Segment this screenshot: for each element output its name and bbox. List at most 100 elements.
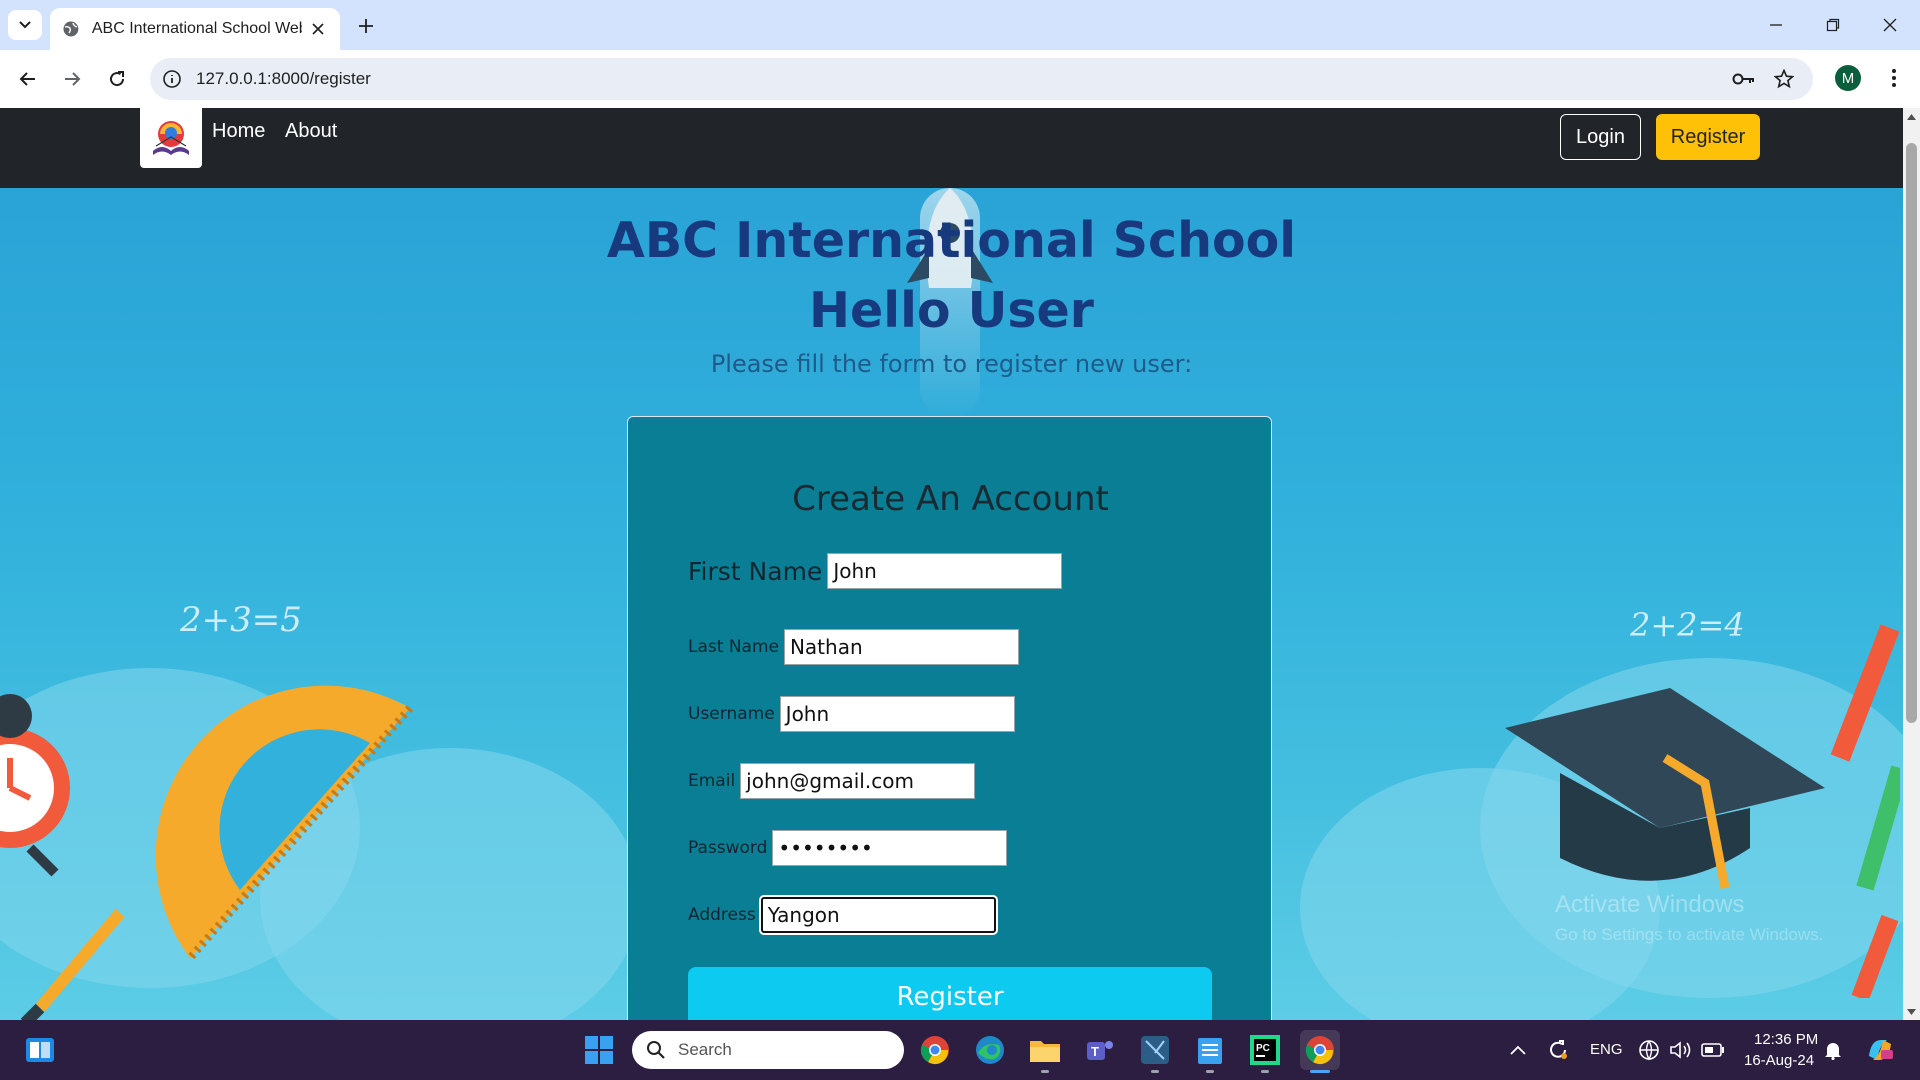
arrow-right-icon bbox=[65, 72, 81, 86]
close-icon[interactable] bbox=[308, 19, 328, 39]
running-indicator bbox=[1151, 1070, 1159, 1073]
register-nav-button[interactable]: Register bbox=[1656, 114, 1760, 160]
last-name-row: Last Name Nathan bbox=[688, 629, 1019, 665]
plus-icon bbox=[359, 19, 373, 33]
battery-icon[interactable] bbox=[1696, 1030, 1730, 1070]
search-icon bbox=[647, 1041, 665, 1059]
activate-windows-watermark: Activate Windows bbox=[1555, 891, 1745, 918]
school-logo-icon bbox=[153, 121, 189, 155]
form-title: Create An Account bbox=[792, 479, 1109, 519]
address-row: Address Yangon bbox=[688, 895, 998, 935]
windows-start-icon[interactable] bbox=[579, 1030, 619, 1070]
language-indicator[interactable]: ENG bbox=[1590, 1041, 1623, 1058]
chrome-active-app-icon[interactable] bbox=[1300, 1030, 1340, 1070]
pycharm-app-icon[interactable]: PC bbox=[1245, 1030, 1285, 1070]
bookmark-star-icon[interactable] bbox=[1772, 67, 1796, 91]
file-explorer-icon[interactable] bbox=[1025, 1030, 1065, 1070]
address-input[interactable]: Yangon bbox=[758, 895, 998, 935]
reload-icon bbox=[110, 71, 125, 87]
svg-text:PC: PC bbox=[1256, 1043, 1270, 1054]
chevron-down-icon bbox=[19, 21, 31, 29]
math-doodle-right: 2+2=4 bbox=[1630, 606, 1745, 644]
clock-time[interactable]: 12:36 PM bbox=[1754, 1031, 1818, 1048]
last-name-input[interactable]: Nathan bbox=[783, 629, 1019, 665]
first-name-row: First Name John bbox=[688, 553, 1063, 589]
close-window-button[interactable] bbox=[1872, 10, 1908, 40]
notepad-app-icon[interactable] bbox=[1190, 1030, 1230, 1070]
reload-button[interactable] bbox=[101, 63, 133, 95]
crayons-illustration bbox=[1830, 624, 1900, 998]
alarm-clock-illustration bbox=[0, 694, 70, 877]
email-label: Email bbox=[688, 771, 736, 791]
globe-icon bbox=[63, 21, 79, 37]
scroll-up-arrow-icon[interactable] bbox=[1903, 108, 1920, 125]
widgets-icon[interactable] bbox=[20, 1030, 60, 1070]
tab-search-button[interactable] bbox=[8, 10, 42, 40]
school-title: ABC International School bbox=[606, 212, 1297, 269]
back-button[interactable] bbox=[12, 63, 44, 95]
restore-button[interactable] bbox=[1815, 10, 1851, 40]
windows-taskbar: Search T PC ENG 12:36 PM 16-Aug-24 bbox=[0, 1020, 1920, 1080]
password-key-icon[interactable] bbox=[1732, 67, 1756, 91]
minimize-icon bbox=[1770, 24, 1782, 26]
more-vert-icon bbox=[1892, 69, 1896, 87]
taskbar-search-label: Search bbox=[678, 1040, 732, 1059]
forward-button[interactable] bbox=[56, 63, 88, 95]
email-row: Email john@gmail.com bbox=[688, 763, 976, 799]
password-row: Password •••••••• bbox=[688, 830, 1008, 866]
page-viewport: Home About Login Register 2+3=5 2+2=4 AB… bbox=[0, 108, 1903, 1020]
greeting-heading: Hello User bbox=[809, 282, 1094, 339]
svg-text:T: T bbox=[1091, 1044, 1099, 1059]
login-button[interactable]: Login bbox=[1560, 114, 1641, 160]
arrow-left-icon bbox=[19, 72, 35, 86]
clock-date[interactable]: 16-Aug-24 bbox=[1744, 1052, 1814, 1069]
last-name-label: Last Name bbox=[688, 637, 779, 657]
page-scrollbar[interactable] bbox=[1903, 108, 1920, 1020]
address-bar[interactable]: 127.0.0.1:8000/register bbox=[150, 58, 1813, 100]
new-tab-button[interactable] bbox=[352, 12, 380, 40]
password-input[interactable]: •••••••• bbox=[772, 830, 1008, 866]
school-logo[interactable] bbox=[140, 108, 202, 168]
register-submit-button[interactable]: Register bbox=[688, 967, 1212, 1020]
running-indicator bbox=[1261, 1070, 1269, 1073]
email-input[interactable]: john@gmail.com bbox=[740, 763, 976, 799]
network-icon[interactable] bbox=[1632, 1030, 1666, 1070]
site-navbar: Home About Login Register bbox=[0, 108, 1903, 188]
running-indicator bbox=[1041, 1070, 1049, 1073]
browser-tabstrip: ABC International School WebA bbox=[0, 0, 1920, 50]
minimize-button[interactable] bbox=[1758, 10, 1794, 40]
username-label: Username bbox=[688, 704, 775, 724]
nav-link-home[interactable]: Home bbox=[212, 120, 265, 143]
browser-menu-button[interactable] bbox=[1880, 64, 1908, 92]
username-row: Username John bbox=[688, 696, 1015, 732]
close-icon bbox=[1883, 18, 1897, 32]
browser-toolbar: 127.0.0.1:8000/register M bbox=[0, 50, 1920, 108]
register-form-card: Create An Account First Name John Last N… bbox=[627, 416, 1272, 1020]
taskbar-search-box[interactable]: Search bbox=[632, 1031, 904, 1069]
profile-avatar[interactable]: M bbox=[1835, 65, 1861, 91]
edge-app-icon[interactable] bbox=[970, 1030, 1010, 1070]
scroll-down-arrow-icon[interactable] bbox=[1903, 1003, 1920, 1020]
active-indicator bbox=[1310, 1070, 1330, 1073]
first-name-input[interactable]: John bbox=[827, 553, 1063, 589]
tab-title: ABC International School WebA bbox=[91, 20, 303, 37]
teams-app-icon[interactable]: T bbox=[1080, 1030, 1120, 1070]
site-info-icon[interactable] bbox=[160, 67, 184, 91]
first-name-label: First Name bbox=[688, 556, 823, 586]
copilot-icon[interactable] bbox=[1860, 1030, 1900, 1070]
username-input[interactable]: John bbox=[779, 696, 1015, 732]
browser-tab-active[interactable]: ABC International School WebA bbox=[50, 8, 340, 50]
scroll-thumb[interactable] bbox=[1906, 143, 1917, 723]
snipping-tool-icon[interactable] bbox=[1135, 1030, 1175, 1070]
graduation-cap-illustration bbox=[1505, 688, 1825, 889]
pen-illustration bbox=[20, 909, 125, 1020]
restore-icon bbox=[1826, 18, 1840, 32]
url-text: 127.0.0.1:8000/register bbox=[196, 69, 371, 88]
chevron-up-icon[interactable] bbox=[1498, 1030, 1538, 1070]
volume-icon[interactable] bbox=[1664, 1030, 1698, 1070]
sync-icon[interactable] bbox=[1538, 1030, 1578, 1070]
notification-bell-icon[interactable] bbox=[1816, 1030, 1850, 1070]
nav-link-about[interactable]: About bbox=[285, 120, 337, 143]
hero-section: 2+3=5 2+2=4 ABC International School Hel… bbox=[0, 188, 1903, 1020]
chrome-app-icon[interactable] bbox=[915, 1030, 955, 1070]
